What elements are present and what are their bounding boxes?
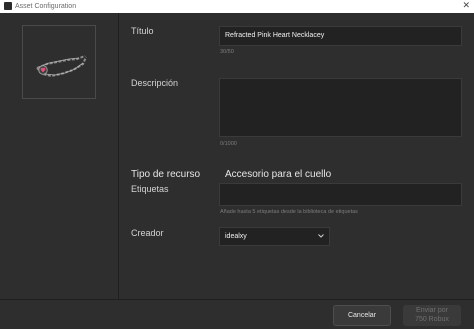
- necklace-thumbnail: [36, 55, 87, 78]
- titulo-label: Título: [131, 26, 154, 36]
- title-bar: Asset Configuration ✕: [0, 0, 474, 13]
- chevron-down-icon: [318, 234, 324, 238]
- creador-value: idealxy: [225, 233, 247, 240]
- window-title: Asset Configuration: [15, 3, 77, 10]
- submit-button-line2: 750 Robux: [415, 316, 449, 323]
- descripcion-input[interactable]: [219, 78, 462, 137]
- tipo-recurso-label: Tipo de recurso: [131, 169, 201, 180]
- etiquetas-input[interactable]: [219, 183, 462, 206]
- submit-button-line1: Enviar por: [416, 307, 448, 314]
- titulo-char-count: 30/50: [220, 49, 234, 55]
- etiquetas-hint: Añade hasta 5 etiquetas desde la bibliot…: [220, 209, 358, 215]
- titulo-value: Refracted Pink Heart Necklacey: [225, 32, 325, 39]
- submit-button[interactable]: Enviar por 750 Robux: [403, 305, 461, 326]
- tipo-recurso-value: Accesorio para el cuello: [225, 169, 332, 180]
- descripcion-label: Descripción: [131, 78, 179, 88]
- creador-label: Creador: [131, 228, 164, 238]
- descripcion-char-count: 0/1000: [220, 141, 237, 147]
- etiquetas-label: Etiquetas: [131, 184, 169, 194]
- form-pane: [120, 13, 474, 299]
- titulo-input[interactable]: Refracted Pink Heart Necklacey: [219, 26, 462, 46]
- creador-dropdown[interactable]: idealxy: [219, 227, 330, 246]
- app-icon: [4, 2, 12, 10]
- preview-pane: [0, 13, 119, 299]
- asset-thumbnail: [22, 25, 96, 99]
- footer-bar: Cancelar Enviar por 750 Robux: [0, 299, 474, 329]
- close-icon[interactable]: ✕: [462, 0, 470, 12]
- cancel-button[interactable]: Cancelar: [333, 305, 391, 326]
